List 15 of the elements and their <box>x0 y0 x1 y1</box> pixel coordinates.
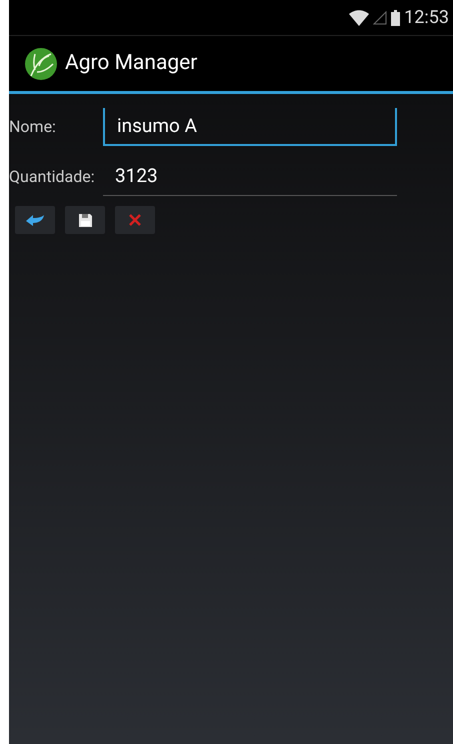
save-button[interactable] <box>65 206 105 234</box>
cross-icon <box>129 214 141 226</box>
arrow-icon <box>25 214 45 226</box>
wifi-icon <box>349 10 370 26</box>
text-field[interactable]: insumo A <box>103 108 397 146</box>
back-button[interactable] <box>15 206 55 234</box>
clock: 12:53 <box>404 6 449 30</box>
field-label: Quantidade: <box>9 166 96 188</box>
text-field[interactable]: 3123 <box>103 158 397 196</box>
field-label: Nome: <box>9 116 57 138</box>
battery-icon <box>391 10 400 26</box>
leaf-logo-icon <box>25 48 57 80</box>
signal-icon <box>373 10 388 24</box>
app-title: Agro Manager <box>65 50 198 77</box>
delete-button[interactable] <box>115 206 155 234</box>
